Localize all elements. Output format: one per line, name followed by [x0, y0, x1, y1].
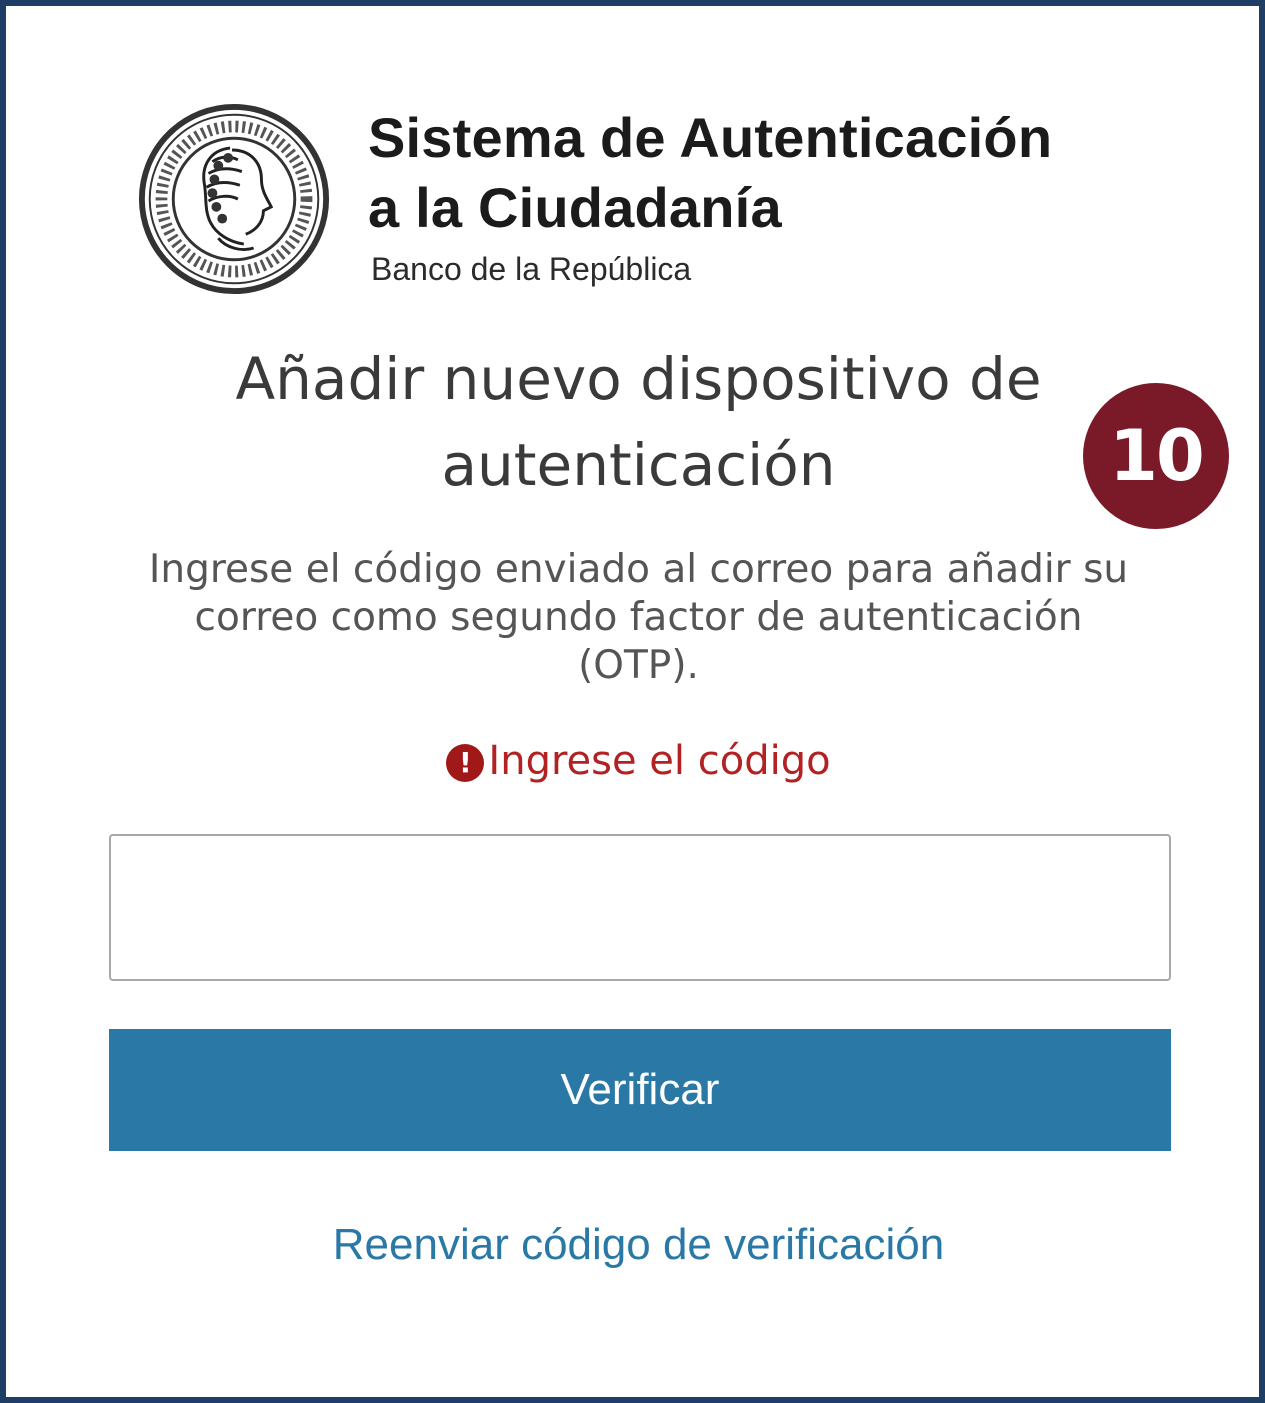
error-message: ! Ingrese el código	[106, 731, 1171, 791]
system-title-line1: Sistema de Autenticación	[368, 106, 1053, 169]
page-frame: Sistema de Autenticación a la Ciudadanía …	[0, 0, 1265, 1403]
step-number-badge: 10	[1083, 383, 1229, 529]
instructions-line3: (OTP).	[578, 643, 699, 688]
error-text: Ingrese el código	[488, 738, 831, 784]
system-title: Sistema de Autenticación a la Ciudadanía	[368, 103, 1052, 243]
resend-code-link[interactable]: Reenviar código de verificación	[106, 1211, 1171, 1279]
exclamation-circle-icon: !	[446, 744, 485, 782]
header: Sistema de Autenticación a la Ciudadanía …	[136, 101, 1186, 301]
page-title-line1: Añadir nuevo dispositivo de	[235, 345, 1042, 413]
verification-code-input[interactable]	[109, 834, 1171, 981]
verify-button[interactable]: Verificar	[109, 1029, 1171, 1151]
instructions-line2: correo como segundo factor de autenticac…	[194, 595, 1083, 640]
system-title-line2: a la Ciudadanía	[368, 176, 782, 239]
instructions-line1: Ingrese el código enviado al correo para…	[148, 547, 1129, 592]
page-title: Añadir nuevo dispositivo de autenticación	[106, 336, 1171, 508]
page-title-line2: autenticación	[441, 431, 836, 499]
institution-name: Banco de la República	[371, 251, 692, 287]
instructions-text: Ingrese el código enviado al correo para…	[106, 546, 1171, 690]
banco-de-la-republica-seal-icon	[138, 103, 330, 295]
